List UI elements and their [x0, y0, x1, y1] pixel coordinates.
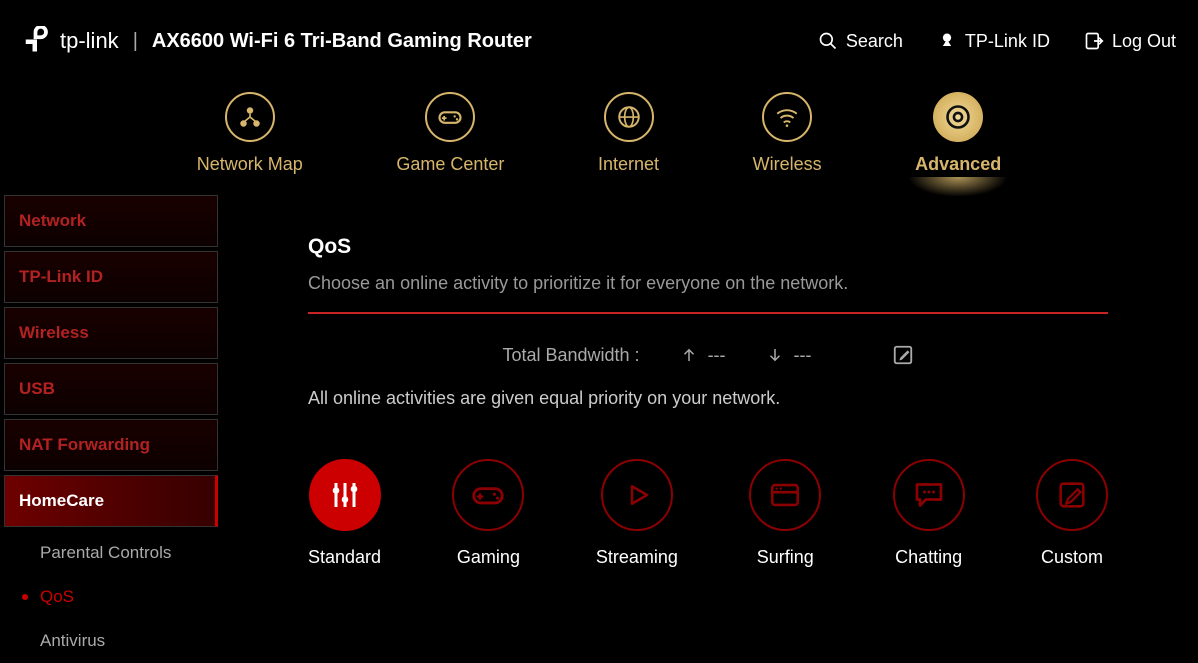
- chat-icon: [911, 477, 947, 513]
- qos-mode-chatting[interactable]: Chatting: [893, 459, 965, 568]
- topnav-internet[interactable]: Internet: [598, 92, 659, 175]
- product-name: AX6600 Wi-Fi 6 Tri-Band Gaming Router: [152, 30, 532, 53]
- header-divider: |: [133, 30, 138, 53]
- page-title: QoS: [308, 235, 1108, 259]
- sidebar-sub-qos[interactable]: QoS: [4, 575, 218, 619]
- topnav-wireless[interactable]: Wireless: [753, 92, 822, 175]
- logout-icon: [1084, 31, 1104, 51]
- search-icon: [818, 31, 838, 51]
- logout-button[interactable]: Log Out: [1084, 31, 1176, 52]
- search-label: Search: [846, 31, 903, 52]
- sidebar-item-usb[interactable]: USB: [4, 363, 218, 415]
- bandwidth-label: Total Bandwidth :: [502, 345, 639, 366]
- gamepad-icon: [436, 103, 464, 131]
- topnav-game-center[interactable]: Game Center: [396, 92, 504, 175]
- topnav-label: Wireless: [753, 154, 822, 175]
- sidebar-sub-antivirus[interactable]: Antivirus: [4, 619, 218, 663]
- play-icon: [622, 480, 652, 510]
- qos-mode-label: Surfing: [757, 547, 814, 568]
- edit-bandwidth-button[interactable]: [892, 344, 914, 366]
- sliders-icon: [327, 477, 363, 513]
- search-button[interactable]: Search: [818, 31, 903, 52]
- sidebar-item-nat[interactable]: NAT Forwarding: [4, 419, 218, 471]
- logout-label: Log Out: [1112, 31, 1176, 52]
- qos-mode-label: Gaming: [457, 547, 520, 568]
- qos-mode-streaming[interactable]: Streaming: [596, 459, 678, 568]
- topnav-label: Game Center: [396, 154, 504, 175]
- bandwidth-row: Total Bandwidth : --- ---: [308, 344, 1108, 366]
- top-nav: Network Map Game Center Internet: [0, 82, 1198, 195]
- sidebar: Network TP-Link ID Wireless USB NAT Forw…: [0, 195, 218, 617]
- edit-note-icon: [1055, 478, 1089, 512]
- account-icon: [937, 31, 957, 51]
- topnav-label: Advanced: [915, 154, 1001, 175]
- network-map-icon: [237, 104, 263, 130]
- gear-icon: [944, 103, 972, 131]
- main-content: QoS Choose an online activity to priorit…: [218, 195, 1198, 617]
- topnav-label: Internet: [598, 154, 659, 175]
- topnav-label: Network Map: [197, 154, 303, 175]
- download-value: ---: [794, 345, 812, 366]
- sidebar-item-tplink-id[interactable]: TP-Link ID: [4, 251, 218, 303]
- priority-description: All online activities are given equal pr…: [308, 388, 1108, 409]
- qos-mode-label: Custom: [1041, 547, 1103, 568]
- tplink-logo-icon: [22, 26, 52, 56]
- globe-icon: [616, 104, 642, 130]
- sidebar-item-homecare[interactable]: HomeCare: [4, 475, 218, 527]
- gamepad-icon: [469, 476, 507, 514]
- arrow-up-icon: [680, 346, 698, 364]
- qos-mode-custom[interactable]: Custom: [1036, 459, 1108, 568]
- qos-mode-label: Streaming: [596, 547, 678, 568]
- topnav-advanced[interactable]: Advanced: [915, 92, 1001, 175]
- wifi-icon: [774, 104, 800, 130]
- edit-icon: [892, 344, 914, 366]
- page-description: Choose an online activity to prioritize …: [308, 273, 1108, 314]
- qos-modes-row: Standard Gaming: [308, 459, 1108, 568]
- qos-mode-gaming[interactable]: Gaming: [452, 459, 524, 568]
- qos-mode-label: Standard: [308, 547, 381, 568]
- qos-mode-surfing[interactable]: Surfing: [749, 459, 821, 568]
- account-button[interactable]: TP-Link ID: [937, 31, 1050, 52]
- browser-icon: [768, 478, 802, 512]
- sidebar-item-network[interactable]: Network: [4, 195, 218, 247]
- header-right: Search TP-Link ID Log Out: [818, 31, 1176, 52]
- upload-value: ---: [708, 345, 726, 366]
- brand-logo: tp-link: [22, 26, 119, 56]
- brand-text: tp-link: [60, 28, 119, 54]
- topnav-network-map[interactable]: Network Map: [197, 92, 303, 175]
- sidebar-item-wireless[interactable]: Wireless: [4, 307, 218, 359]
- download-stat: ---: [766, 345, 812, 366]
- header: tp-link | AX6600 Wi-Fi 6 Tri-Band Gaming…: [0, 0, 1198, 82]
- sidebar-sub-parental[interactable]: Parental Controls: [4, 531, 218, 575]
- qos-mode-label: Chatting: [895, 547, 962, 568]
- account-label: TP-Link ID: [965, 31, 1050, 52]
- upload-stat: ---: [680, 345, 726, 366]
- qos-mode-standard[interactable]: Standard: [308, 459, 381, 568]
- arrow-down-icon: [766, 346, 784, 364]
